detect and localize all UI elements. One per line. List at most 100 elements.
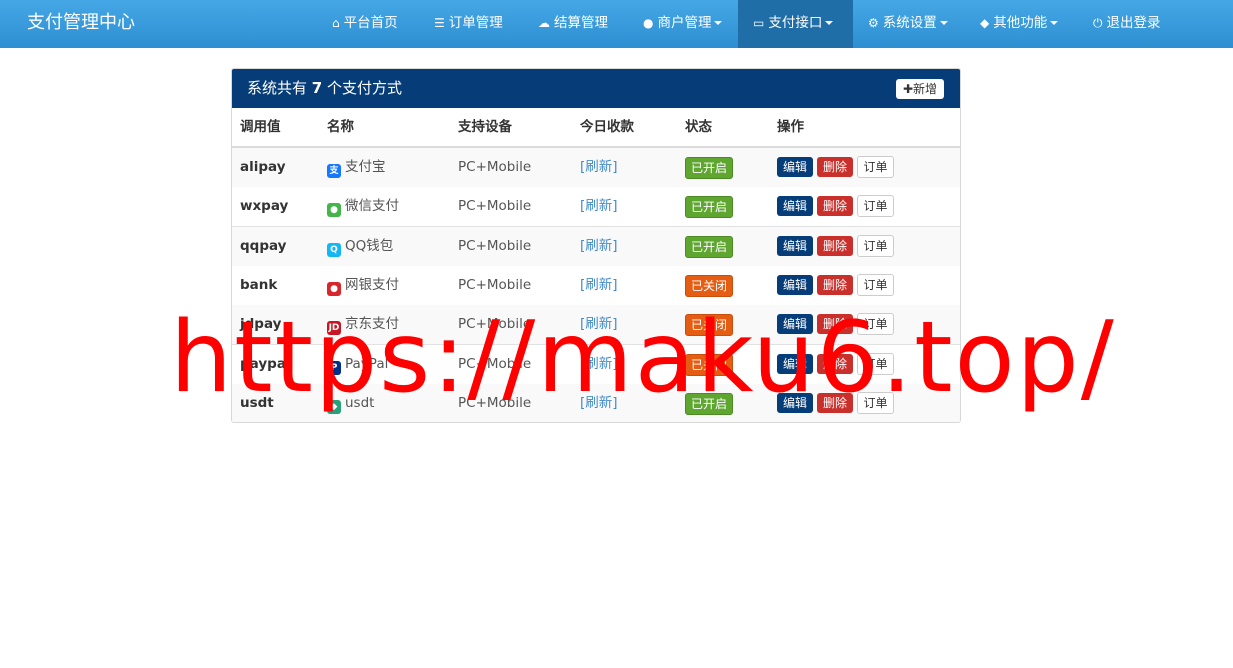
refresh-link[interactable]: [刷新]	[580, 148, 618, 187]
delete-button[interactable]: 删除	[817, 196, 853, 217]
caret-down-icon	[714, 21, 723, 25]
status-badge[interactable]: 已开启	[685, 196, 733, 219]
table-row: paypal P PayPal PC+Mobile [刷新] 已关闭 编辑 删除 订单	[232, 344, 960, 385]
supported-device: PC+Mobile	[458, 237, 532, 254]
status-badge[interactable]: 已开启	[685, 235, 733, 258]
refresh-link[interactable]: [刷新]	[580, 305, 618, 344]
top-navbar: 支付管理中心 ⌂ 平台首页 ☰ 订单管理 ☁ 结算管理 ● 商户管理 ▭ 支付接口 ⚙ 系统设置 ◆ 其他…	[0, 0, 1233, 48]
delete-button[interactable]: 删除	[817, 314, 853, 335]
unionpay-icon: ●	[327, 281, 341, 296]
method-name-label: usdt	[345, 394, 375, 411]
nav-label: 订单管理	[448, 15, 503, 31]
refresh-link[interactable]: [刷新]	[580, 266, 618, 305]
gear-icon: ⚙	[868, 16, 879, 30]
orders-button[interactable]: 订单	[857, 352, 894, 375]
panel-title: 系统共有 7 个支付方式	[247, 69, 402, 108]
plus-icon: ✚	[902, 82, 914, 96]
method-name: ◆ usdt	[327, 384, 375, 422]
caret-down-icon	[1050, 21, 1059, 25]
method-name: P PayPal	[327, 345, 388, 384]
nav-item-user[interactable]: ● 商户管理	[643, 0, 723, 48]
header-code: 调用值	[240, 119, 281, 135]
edit-button[interactable]: 编辑	[777, 353, 813, 374]
status-badge[interactable]: 已关闭	[685, 353, 733, 376]
orders-button[interactable]: 订单	[857, 391, 894, 414]
credit-card-icon: ▭	[753, 16, 765, 30]
header-today: 今日收款	[580, 119, 634, 135]
method-code: bank	[240, 276, 278, 293]
header-device: 支持设备	[458, 119, 512, 135]
delete-button[interactable]: 删除	[817, 235, 853, 256]
panel-title-suffix: 个支付方式	[322, 79, 402, 97]
status-badge[interactable]: 已关闭	[685, 274, 733, 297]
method-code: jdpay	[240, 316, 282, 333]
delete-button[interactable]: 删除	[817, 157, 853, 177]
cloud-icon: ☁	[538, 16, 550, 30]
method-code: paypal	[240, 355, 291, 372]
nav-item-power[interactable]: ⏻ 退出登录	[1093, 0, 1161, 48]
delete-button[interactable]: 删除	[817, 392, 853, 413]
edit-button[interactable]: 编辑	[777, 314, 813, 335]
nav-label: 结算管理	[554, 15, 608, 31]
refresh-link[interactable]: [刷新]	[580, 227, 618, 266]
panel-title-prefix: 系统共有	[247, 79, 312, 97]
nav-item-cube[interactable]: ◆ 其他功能	[980, 0, 1059, 48]
orders-button[interactable]: 订单	[857, 234, 894, 257]
orders-button[interactable]: 订单	[857, 156, 894, 178]
orders-button[interactable]: 订单	[857, 195, 894, 218]
supported-device: PC+Mobile	[458, 394, 532, 411]
caret-down-icon	[939, 21, 948, 25]
refresh-link[interactable]: [刷新]	[580, 187, 618, 226]
power-icon: ⏻	[1093, 16, 1103, 30]
refresh-link[interactable]: [刷新]	[580, 384, 618, 422]
user-icon: ●	[643, 16, 654, 30]
method-name-label: PayPal	[345, 355, 389, 372]
delete-button[interactable]: 删除	[817, 274, 853, 295]
panel-heading: 系统共有 7 个支付方式 ✚新增	[232, 69, 960, 108]
jd-icon: JD	[327, 321, 341, 336]
table-row: jdpay JD 京东支付 PC+Mobile [刷新] 已关闭 编辑 删除 订单	[232, 305, 960, 346]
nav-label: 商户管理	[657, 15, 712, 31]
orders-button[interactable]: 订单	[857, 273, 894, 296]
add-payment-button[interactable]: ✚新增	[896, 79, 944, 99]
method-name-label: 京东支付	[345, 316, 399, 333]
status-badge[interactable]: 已关闭	[685, 314, 733, 337]
edit-button[interactable]: 编辑	[777, 274, 813, 295]
nav-item-list[interactable]: ☰ 订单管理	[434, 0, 503, 48]
method-code: usdt	[240, 394, 274, 411]
supported-device: PC+Mobile	[458, 159, 532, 175]
add-button-label: 新增	[913, 82, 938, 96]
nav-item-credit-card[interactable]: ▭ 支付接口	[738, 0, 853, 48]
table-row: qqpay Q QQ钱包 PC+Mobile [刷新] 已开启 编辑 删除 订单	[232, 226, 960, 267]
payment-methods-panel: 系统共有 7 个支付方式 ✚新增 调用值 名称 支持设备 今日收款 状态 操作 …	[231, 68, 961, 423]
method-name-label: 支付宝	[345, 159, 386, 175]
cube-icon: ◆	[980, 16, 990, 30]
delete-button[interactable]: 删除	[817, 353, 853, 374]
header-status: 状态	[685, 119, 712, 135]
header-actions: 操作	[777, 119, 804, 135]
method-code: alipay	[240, 159, 286, 175]
caret-down-icon	[825, 21, 834, 25]
nav-label: 系统设置	[882, 15, 937, 31]
method-name: 支支付宝	[327, 148, 386, 187]
orders-button[interactable]: 订单	[857, 313, 894, 336]
header-name: 名称	[327, 119, 354, 135]
nav-item-home[interactable]: ⌂ 平台首页	[332, 0, 398, 48]
edit-button[interactable]: 编辑	[777, 157, 813, 177]
status-badge[interactable]: 已开启	[685, 392, 733, 415]
edit-button[interactable]: 编辑	[777, 235, 813, 256]
table-row: bank ● 网银支付 PC+Mobile [刷新] 已关闭 编辑 删除 订单	[232, 265, 960, 306]
method-code: wxpay	[240, 198, 289, 215]
method-name-label: 微信支付	[345, 198, 399, 215]
nav-item-gear[interactable]: ⚙ 系统设置	[868, 0, 948, 48]
edit-button[interactable]: 编辑	[777, 392, 813, 413]
method-name-label: QQ钱包	[345, 237, 394, 254]
table-row: wxpay ● 微信支付 PC+Mobile [刷新] 已开启 编辑 删除 订单	[232, 187, 960, 228]
edit-button[interactable]: 编辑	[777, 196, 813, 217]
nav-item-cloud[interactable]: ☁ 结算管理	[538, 0, 608, 48]
status-badge[interactable]: 已开启	[685, 157, 733, 179]
brand-title[interactable]: 支付管理中心	[27, 0, 135, 48]
nav-label: 支付接口	[768, 15, 823, 31]
refresh-link[interactable]: [刷新]	[580, 345, 618, 384]
nav-label: 退出登录	[1106, 15, 1161, 31]
